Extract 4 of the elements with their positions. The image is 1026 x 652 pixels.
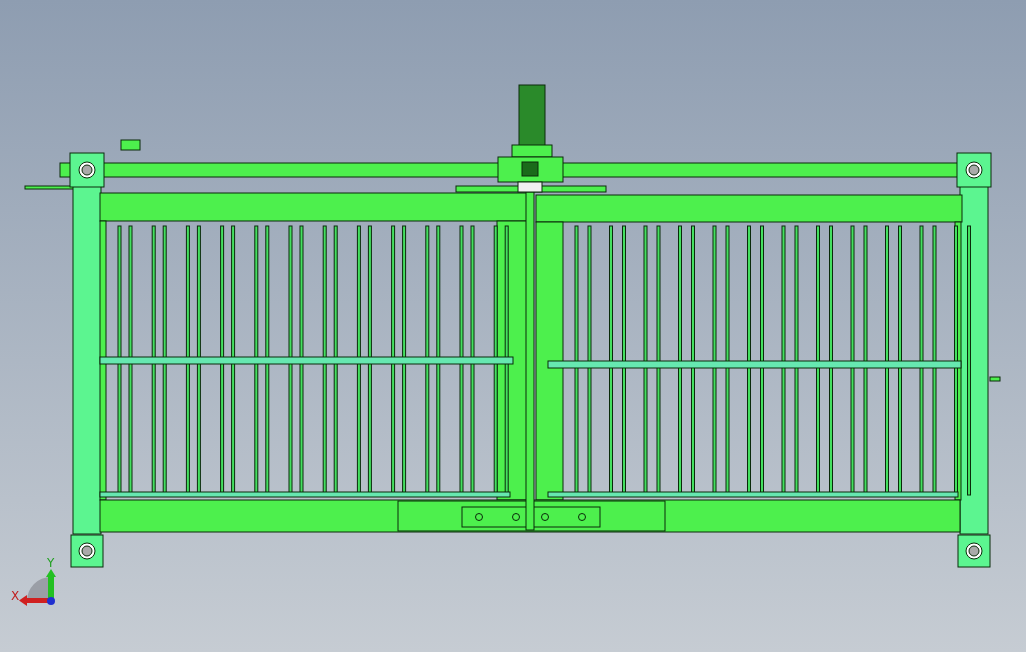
axis-triad-icon bbox=[19, 569, 56, 606]
axis-label: Y bbox=[47, 556, 55, 570]
axis-label: X bbox=[11, 589, 20, 603]
cad-viewport[interactable]: Y X bbox=[0, 0, 1026, 652]
